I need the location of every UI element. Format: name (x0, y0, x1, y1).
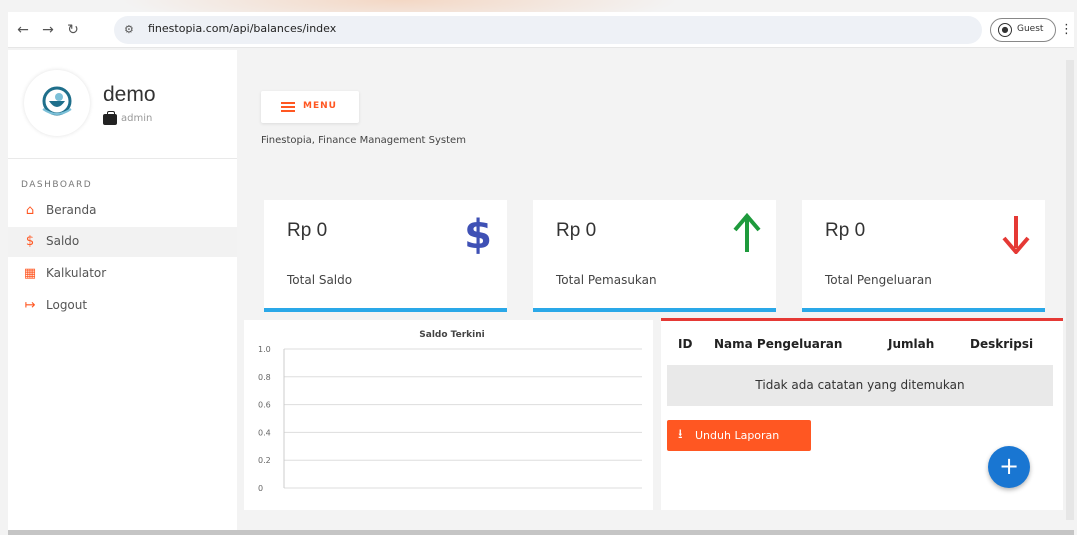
balance-chart: Saldo Terkini 1.0 0.8 0.6 0.4 0.2 0 (258, 330, 642, 493)
back-arrow-icon[interactable]: ← (14, 21, 32, 39)
column-header-jumlah: Jumlah (888, 337, 935, 351)
sidebar: demo admin DASHBOARD ⌂ Beranda $ Saldo ▦… (8, 50, 237, 530)
table-empty-row: Tidak ada catatan yang ditemukan (667, 365, 1053, 406)
y-tick-label: 0.4 (258, 428, 271, 437)
sidebar-item-label: Beranda (46, 203, 97, 217)
stat-label: Total Pengeluaran (825, 273, 932, 287)
stat-card-saldo: Rp 0 Total Saldo $ (264, 200, 507, 312)
column-header-deskripsi: Deskripsi (970, 337, 1034, 351)
user-role: admin (121, 113, 153, 124)
empty-message: Tidak ada catatan yang ditemukan (755, 378, 965, 392)
stat-value: Rp 0 (287, 220, 328, 241)
browser-toolbar: ← → ↻ ⚙ finestopia.com/api/balances/inde… (8, 12, 1074, 48)
calculator-icon: ▦ (23, 266, 37, 281)
user-name: demo (103, 83, 156, 106)
dollar-icon: $ (25, 234, 35, 249)
sidebar-divider (8, 158, 237, 159)
profile-button[interactable]: ● Guest (990, 18, 1056, 42)
menu-label: MENU (303, 101, 337, 111)
sidebar-item-beranda[interactable]: ⌂ Beranda (8, 196, 237, 226)
app-frame: ← → ↻ ⚙ finestopia.com/api/balances/inde… (0, 0, 1077, 535)
horizontal-scrollbar[interactable] (8, 530, 1074, 535)
more-menu-icon[interactable]: ⋮ (1060, 21, 1073, 39)
download-report-button[interactable]: ⭳ Unduh Laporan (667, 420, 811, 451)
stat-label: Total Saldo (287, 273, 353, 287)
y-tick-label: 0.8 (258, 373, 271, 382)
stat-card-pemasukan: Rp 0 Total Pemasukan (533, 200, 776, 312)
arrow-down-icon (1002, 216, 1030, 254)
reload-icon[interactable]: ↻ (64, 21, 82, 39)
home-icon: ⌂ (25, 203, 35, 218)
column-header-nama: Nama Pengeluaran (714, 337, 843, 351)
download-label: Unduh Laporan (695, 429, 780, 442)
download-icon: ⭳ (678, 427, 683, 442)
profile-icon: ● (998, 23, 1012, 37)
profile-label: Guest (1017, 24, 1044, 34)
chart-title: Saldo Terkini (419, 330, 484, 340)
sidebar-item-label: Logout (46, 298, 88, 312)
y-tick-label: 0.2 (258, 456, 271, 465)
add-button[interactable]: + (988, 446, 1030, 488)
dollar-icon: $ (464, 212, 492, 254)
stat-value: Rp 0 (825, 220, 866, 241)
hamburger-icon (281, 102, 295, 112)
stat-label: Total Pemasukan (556, 273, 657, 287)
vertical-scrollbar[interactable] (1066, 60, 1074, 520)
avatar (24, 70, 90, 136)
logo-icon (42, 86, 72, 116)
site-info-icon[interactable]: ⚙ (124, 23, 138, 37)
stat-card-pengeluaran: Rp 0 Total Pengeluaran (802, 200, 1045, 312)
column-header-id: ID (678, 337, 693, 351)
y-tick-label: 0 (258, 484, 263, 493)
y-tick-label: 0.6 (258, 401, 271, 410)
forward-arrow-icon[interactable]: → (39, 21, 57, 39)
menu-button[interactable]: MENU (261, 91, 359, 123)
logout-icon: ↦ (24, 298, 36, 313)
address-bar[interactable]: ⚙ finestopia.com/api/balances/index (114, 16, 982, 44)
url-text[interactable]: finestopia.com/api/balances/index (148, 22, 336, 35)
app-subtitle: Finestopia, Finance Management System (261, 135, 466, 146)
svg-text:$: $ (464, 212, 492, 254)
sidebar-item-saldo[interactable]: $ Saldo (8, 227, 237, 257)
y-tick-label: 1.0 (258, 345, 271, 354)
stat-value: Rp 0 (556, 220, 597, 241)
sidebar-item-label: Kalkulator (46, 266, 107, 280)
arrow-up-icon (733, 212, 761, 252)
briefcase-icon (103, 111, 117, 125)
sidebar-section-title: DASHBOARD (21, 180, 93, 190)
sidebar-item-kalkulator[interactable]: ▦ Kalkulator (8, 259, 237, 289)
sidebar-item-logout[interactable]: ↦ Logout (8, 291, 237, 321)
balance-chart-panel: Saldo Terkini 1.0 0.8 0.6 0.4 0.2 0 (244, 320, 653, 510)
sidebar-item-label: Saldo (46, 234, 80, 248)
